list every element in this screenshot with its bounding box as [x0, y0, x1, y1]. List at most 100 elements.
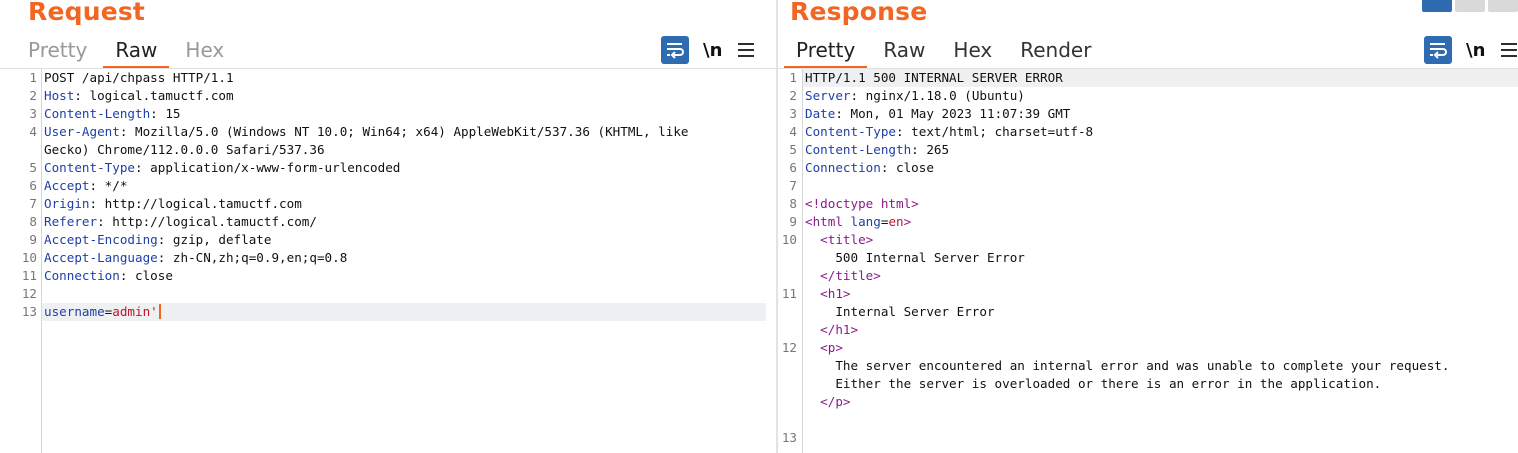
code-line[interactable]: </p>	[778, 393, 1518, 411]
code-token: : application/x-www-form-urlencoded	[135, 160, 401, 175]
line-text: Connection: close	[44, 267, 173, 285]
code-line[interactable]: 500 Internal Server Error	[778, 249, 1518, 267]
code-line[interactable]: 1 HTTP/1.1 500 INTERNAL SERVER ERROR	[778, 69, 1518, 87]
code-line[interactable]: Internal Server Error	[778, 303, 1518, 321]
code-token: : zh-CN,zh;q=0.9,en;q=0.8	[157, 250, 348, 265]
request-tab-hex[interactable]: Hex	[173, 34, 236, 66]
layout-switcher	[1422, 0, 1518, 12]
header-key: Accept-Encoding	[44, 232, 158, 247]
code-line[interactable]: 5 Content-Length: 265	[778, 141, 1518, 159]
header-key: Origin	[44, 196, 90, 211]
line-number: 5	[29, 160, 37, 175]
layout-vertical-icon[interactable]	[1488, 0, 1518, 12]
code-line[interactable]: Either the server is overloaded or there…	[778, 375, 1518, 393]
code-line[interactable]: 10 Accept-Language: zh-CN,zh;q=0.9,en;q=0…	[0, 249, 776, 267]
header-key: Accept	[44, 178, 90, 193]
response-newline-toggle[interactable]: \n	[1466, 36, 1485, 64]
response-tab-pretty[interactable]: Pretty	[784, 34, 868, 69]
line-text: 500 Internal Server Error	[805, 249, 1025, 267]
response-code[interactable]: 1 HTTP/1.1 500 INTERNAL SERVER ERROR 2 Serv…	[778, 69, 1518, 447]
request-editor[interactable]: 1 POST /api/chpass HTTP/1.1 2 Host: logical…	[0, 69, 776, 453]
code-line[interactable]: 5 Content-Type: application/x-www-form-ur…	[0, 159, 776, 177]
line-number: 2	[789, 88, 797, 103]
code-line[interactable]: 13 username=admin'	[0, 303, 776, 321]
code-line[interactable]: 7 Origin: http://logical.tamuctf.com	[0, 195, 776, 213]
code-line[interactable]	[778, 411, 1518, 429]
code-token: : http://logical.tamuctf.com	[89, 196, 302, 211]
request-toolbar: \n	[661, 36, 756, 64]
code-line[interactable]: 8 <!doctype html>	[778, 195, 1518, 213]
code-line[interactable]: 10 <title>	[778, 231, 1518, 249]
html-tag: <p>	[820, 340, 843, 355]
hamburger-menu-icon	[738, 43, 755, 57]
request-tab-raw[interactable]: Raw	[103, 34, 170, 69]
code-line[interactable]: The server encountered an internal error…	[778, 357, 1518, 375]
code-token: : text/html; charset=utf-8	[896, 124, 1094, 139]
response-menu-button[interactable]	[1499, 36, 1518, 64]
line-text: Origin: http://logical.tamuctf.com	[44, 195, 302, 213]
request-newline-toggle[interactable]: \n	[703, 36, 722, 64]
code-line[interactable]: 4 User-Agent: Mozilla/5.0 (Windows NT 10.…	[0, 123, 776, 141]
code-line[interactable]: </h1>	[778, 321, 1518, 339]
code-line[interactable]: 2 Host: logical.tamuctf.com	[0, 87, 776, 105]
response-wrap-lines-button[interactable]	[1424, 36, 1452, 64]
code-line[interactable]: 11 Connection: close	[0, 267, 776, 285]
header-key: Date	[805, 106, 836, 121]
line-number: 6	[789, 160, 797, 175]
code-line[interactable]: 9 Accept-Encoding: gzip, deflate	[0, 231, 776, 249]
code-line[interactable]: 3 Date: Mon, 01 May 2023 11:07:39 GMT	[778, 105, 1518, 123]
request-menu-button[interactable]	[736, 36, 756, 64]
request-code[interactable]: 1 POST /api/chpass HTTP/1.1 2 Host: logical…	[0, 69, 776, 321]
code-line[interactable]: 12 <p>	[778, 339, 1518, 357]
response-editor[interactable]: 1 HTTP/1.1 500 INTERNAL SERVER ERROR 2 Serv…	[778, 69, 1518, 453]
html-tag: </title>	[820, 268, 881, 283]
line-text: Server: nginx/1.18.0 (Ubuntu)	[805, 87, 1025, 105]
line-text: username=admin'	[44, 303, 161, 321]
line-text: Referer: http://logical.tamuctf.com/	[44, 213, 317, 231]
response-tab-raw[interactable]: Raw	[871, 34, 937, 66]
line-text: Connection: close	[805, 159, 934, 177]
html-tag: <h1>	[820, 286, 851, 301]
line-text: Content-Type: application/x-www-form-url…	[44, 159, 400, 177]
html-tag: </p>	[820, 394, 851, 409]
line-number: 7	[789, 178, 797, 193]
layout-split-icon[interactable]	[1422, 0, 1452, 12]
line-number: 6	[29, 178, 37, 193]
code-line[interactable]: 3 Content-Length: 15	[0, 105, 776, 123]
header-key: Connection	[805, 160, 881, 175]
line-text: Accept-Encoding: gzip, deflate	[44, 231, 271, 249]
request-title: Request	[28, 0, 146, 26]
header-key: Content-Length	[805, 142, 912, 157]
html-tag: <!doctype html>	[805, 196, 919, 211]
code-line[interactable]: Gecko) Chrome/112.0.0.0 Safari/537.36	[0, 141, 776, 159]
header-key: Content-Type	[44, 160, 135, 175]
code-token: 500 Internal Server Error	[805, 250, 1025, 265]
code-line[interactable]: 1 POST /api/chpass HTTP/1.1	[0, 69, 776, 87]
response-tab-hex[interactable]: Hex	[941, 34, 1004, 66]
code-line[interactable]: </title>	[778, 267, 1518, 285]
code-line[interactable]: 9 <html lang=en>	[778, 213, 1518, 231]
code-line[interactable]: 6 Accept: */*	[0, 177, 776, 195]
line-text: <title>	[805, 231, 873, 249]
code-line[interactable]: 13	[778, 429, 1518, 447]
code-line[interactable]: 6 Connection: close	[778, 159, 1518, 177]
code-line[interactable]: 7	[778, 177, 1518, 195]
code-line[interactable]: 11 <h1>	[778, 285, 1518, 303]
line-number: 3	[789, 106, 797, 121]
code-line[interactable]: 12	[0, 285, 776, 303]
code-token: Internal Server Error	[805, 304, 995, 319]
line-text: Host: logical.tamuctf.com	[44, 87, 234, 105]
line-number: 8	[789, 196, 797, 211]
header-key: Content-Length	[44, 106, 151, 121]
code-line[interactable]: 2 Server: nginx/1.18.0 (Ubuntu)	[778, 87, 1518, 105]
header-key: username	[44, 304, 105, 319]
request-tab-pretty[interactable]: Pretty	[16, 34, 99, 66]
code-line[interactable]: 4 Content-Type: text/html; charset=utf-8	[778, 123, 1518, 141]
code-line[interactable]: 8 Referer: http://logical.tamuctf.com/	[0, 213, 776, 231]
response-tab-render[interactable]: Render	[1008, 34, 1103, 66]
line-number: 10	[781, 232, 797, 247]
layout-horizontal-icon[interactable]	[1455, 0, 1485, 12]
html-tag: >	[903, 214, 912, 229]
request-wrap-lines-button[interactable]	[661, 36, 689, 64]
